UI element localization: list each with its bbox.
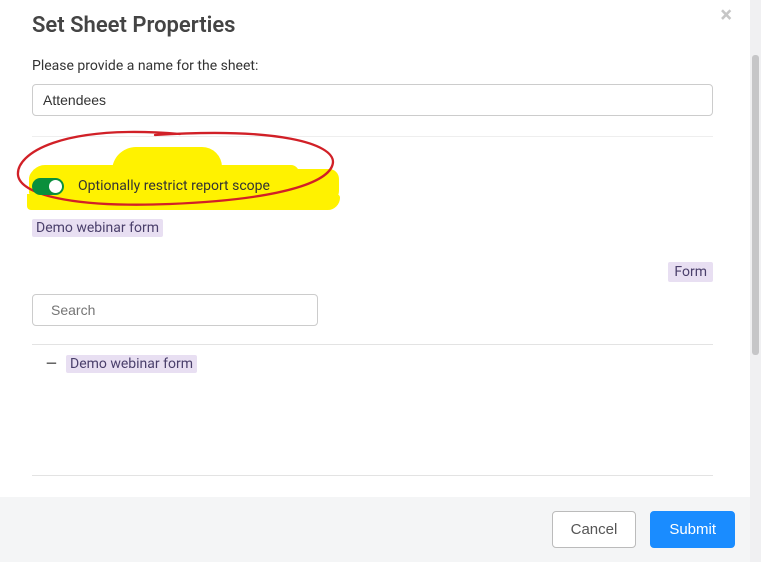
restrict-scope-label: Optionally restrict report scope [78,178,270,194]
tree-item[interactable]: — Demo webinar form [46,355,699,373]
scope-search-input[interactable] [32,294,318,326]
name-prompt: Please provide a name for the sheet: [32,58,720,74]
dialog-footer: Cancel Submit [0,497,750,562]
sheet-name-input[interactable] [32,84,713,116]
close-icon[interactable]: × [720,5,732,27]
submit-button[interactable]: Submit [650,511,735,548]
scope-tree: — Demo webinar form [32,344,713,476]
dialog: × Set Sheet Properties Please provide a … [0,0,750,562]
scope-type-tag[interactable]: Form [668,262,713,282]
scrollbar-thumb[interactable] [752,55,759,355]
cancel-button[interactable]: Cancel [552,511,637,548]
dialog-title: Set Sheet Properties [32,13,720,38]
selected-scope-chip[interactable]: Demo webinar form [32,219,163,237]
restrict-scope-toggle[interactable] [32,178,64,195]
tree-collapse-icon[interactable]: — [46,356,56,372]
tree-item-label: Demo webinar form [66,355,197,373]
divider [32,136,713,137]
toggle-knob [49,180,62,193]
